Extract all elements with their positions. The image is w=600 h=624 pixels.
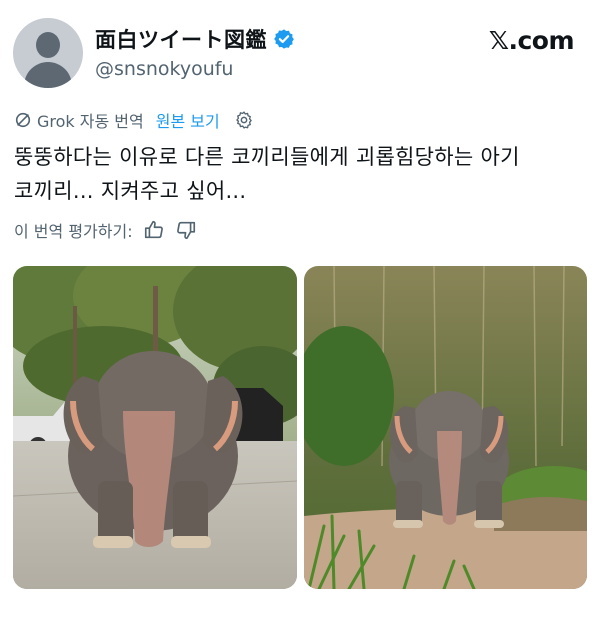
- thumbs-down-icon[interactable]: [175, 219, 197, 241]
- thumbs-up-icon[interactable]: [143, 219, 165, 241]
- rate-translation-label: 이 번역 평가하기:: [14, 222, 133, 241]
- avatar-head-shape: [36, 32, 60, 58]
- author-name-row: 面白ツイート図鑑: [95, 24, 295, 54]
- user-handle[interactable]: @snsnokyoufu: [95, 58, 233, 80]
- grok-translation-label: Grok 자동 번역: [37, 112, 144, 131]
- display-name[interactable]: 面白ツイート図鑑: [95, 24, 267, 54]
- tweet-text-line: 뚱뚱하다는 이유로 다른 코끼리들에게 괴롭힘당하는 아기: [14, 145, 520, 169]
- tweet-text: 뚱뚱하다는 이유로 다른 코끼리들에게 괴롭힘당하는 아기 코끼리... 지켜주…: [14, 140, 589, 208]
- gear-icon[interactable]: [234, 110, 254, 130]
- show-original-link[interactable]: 원본 보기: [156, 108, 220, 132]
- avatar[interactable]: [13, 18, 83, 88]
- grok-icon: [15, 112, 31, 128]
- avatar-body-shape: [24, 62, 72, 88]
- x-logo: 𝕏.com: [488, 26, 575, 55]
- verified-badge-icon: [274, 29, 294, 49]
- tweet-text-line: 코끼리... 지켜주고 싶어...: [14, 179, 247, 203]
- translation-bar: Grok 자동 번역 원본 보기: [14, 108, 254, 132]
- media-photo-elephant-parking-lot[interactable]: [13, 266, 297, 589]
- media-photo-elephant-forest[interactable]: [304, 266, 587, 589]
- rate-translation-row: 이 번역 평가하기:: [14, 218, 197, 242]
